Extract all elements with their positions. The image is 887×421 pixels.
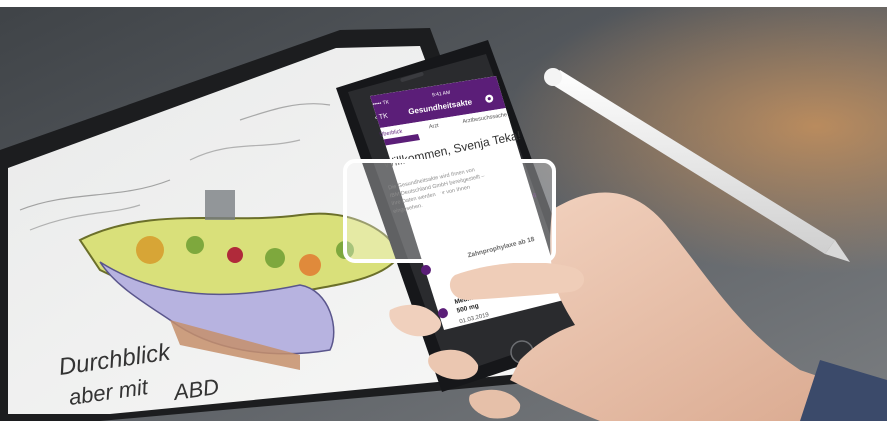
video-thumbnail[interactable]: Durchblick aber mit ABD ••••• TK 9:41 AM…: [0, 0, 887, 421]
photo-scene: Durchblick aber mit ABD ••••• TK 9:41 AM…: [0, 0, 887, 421]
video-play-button[interactable]: [343, 159, 556, 263]
